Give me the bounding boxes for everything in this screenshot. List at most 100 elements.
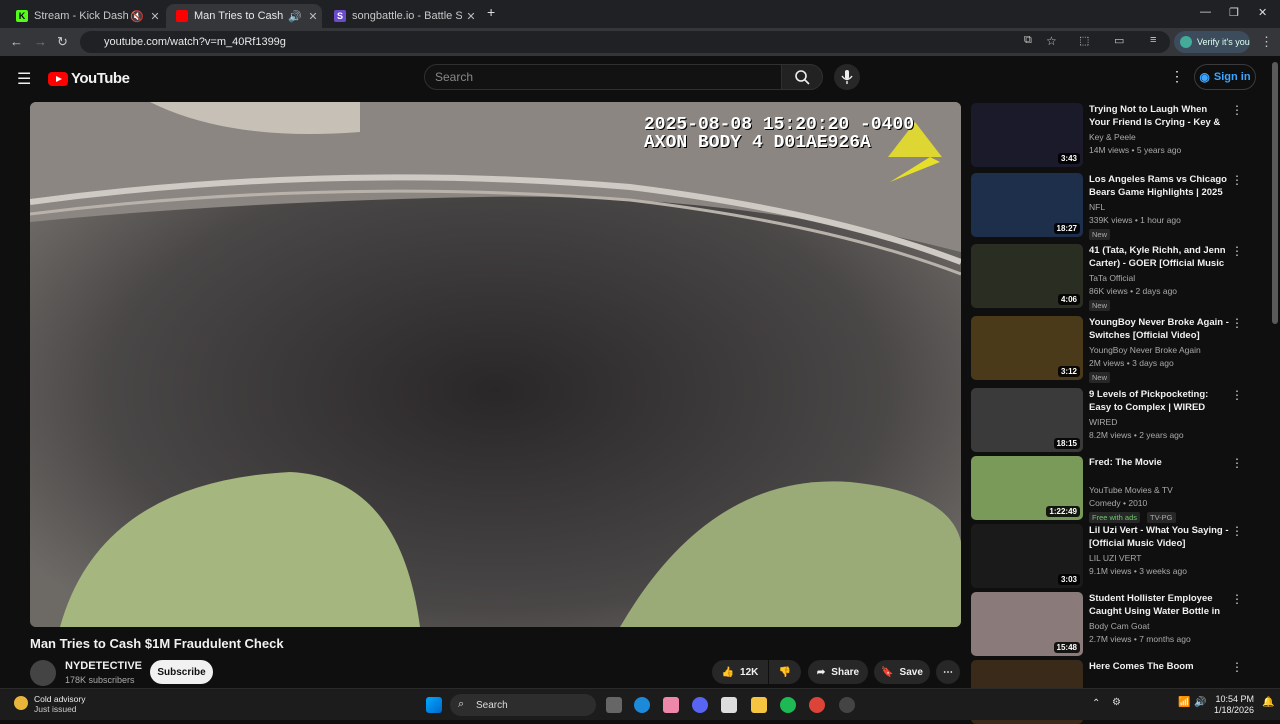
- reload-icon[interactable]: ↻: [57, 34, 68, 50]
- like-button[interactable]: 👍 12K: [712, 660, 768, 684]
- wifi-icon[interactable]: 📶: [1178, 697, 1190, 708]
- recommendation-item[interactable]: 15:48 Student Hollister Employee Caught …: [971, 592, 1243, 656]
- recommendation-item[interactable]: 3:12 YoungBoy Never Broke Again - Switch…: [971, 316, 1243, 383]
- rec-title[interactable]: Trying Not to Laugh When Your Friend Is …: [1089, 103, 1229, 129]
- forward-icon[interactable]: →: [34, 34, 47, 49]
- rec-more-icon[interactable]: ⋮: [1231, 173, 1243, 187]
- search-input[interactable]: Search: [424, 64, 782, 90]
- system-clock[interactable]: 10:54 PM 1/18/2026: [1212, 694, 1254, 716]
- spotify-icon[interactable]: [780, 697, 796, 713]
- close-tab-icon[interactable]: ✕: [146, 10, 164, 23]
- extensions-icon[interactable]: ⬚: [1079, 34, 1089, 47]
- rec-thumbnail[interactable]: 1:22:49: [971, 456, 1083, 520]
- verify-profile-button[interactable]: Verify it's you: [1174, 31, 1250, 53]
- browser-menu-icon[interactable]: ⋮: [1260, 34, 1273, 50]
- close-tab-icon[interactable]: ✕: [462, 10, 480, 23]
- rec-more-icon[interactable]: ⋮: [1231, 592, 1243, 606]
- rec-thumbnail[interactable]: 3:12: [971, 316, 1083, 380]
- store-icon[interactable]: [721, 697, 737, 713]
- rec-more-icon[interactable]: ⋮: [1231, 103, 1243, 117]
- task-view-icon[interactable]: [606, 697, 622, 713]
- media-icon[interactable]: ≡: [1150, 34, 1156, 46]
- rec-channel[interactable]: TaTa Official: [1089, 273, 1135, 283]
- recommendation-item[interactable]: 18:27 Los Angeles Rams vs Chicago Bears …: [971, 173, 1243, 240]
- mute-icon[interactable]: 🔇: [128, 10, 146, 23]
- split-view-icon[interactable]: ▭: [1114, 34, 1124, 47]
- rec-thumbnail[interactable]: 15:48: [971, 592, 1083, 656]
- copilot-icon[interactable]: [663, 697, 679, 713]
- rec-more-icon[interactable]: ⋮: [1231, 388, 1243, 402]
- close-tab-icon[interactable]: ✕: [304, 10, 322, 23]
- file-explorer-icon[interactable]: [751, 697, 767, 713]
- rec-more-icon[interactable]: ⋮: [1231, 244, 1243, 258]
- rec-more-icon[interactable]: ⋮: [1231, 456, 1243, 470]
- rec-title[interactable]: Lil Uzi Vert - What You Saying - [Offici…: [1089, 524, 1229, 550]
- rec-more-icon[interactable]: ⋮: [1231, 660, 1243, 674]
- close-window-icon[interactable]: ✕: [1258, 6, 1267, 19]
- search-button[interactable]: [781, 64, 823, 90]
- maximize-icon[interactable]: ❐: [1229, 6, 1239, 19]
- save-button[interactable]: 🔖 Save: [874, 660, 930, 684]
- address-bar[interactable]: youtube.com/watch?v=m_40Rf1399g: [80, 31, 1170, 53]
- back-icon[interactable]: ←: [10, 34, 23, 49]
- rec-channel[interactable]: Body Cam Goat: [1089, 621, 1149, 631]
- recommendation-item[interactable]: 4:06 41 (Tata, Kyle Richh, and Jenn Cart…: [971, 244, 1243, 311]
- chrome-icon[interactable]: [809, 697, 825, 713]
- rec-title[interactable]: Los Angeles Rams vs Chicago Bears Game H…: [1089, 173, 1229, 199]
- page-scrollbar[interactable]: [1272, 62, 1278, 324]
- rec-channel[interactable]: Key & Peele: [1089, 132, 1136, 142]
- rec-thumbnail[interactable]: 3:43: [971, 103, 1083, 167]
- rec-title[interactable]: Student Hollister Employee Caught Using …: [1089, 592, 1229, 618]
- obs-icon[interactable]: [839, 697, 855, 713]
- rec-more-icon[interactable]: ⋮: [1231, 524, 1243, 538]
- recommendation-item[interactable]: 18:15 9 Levels of Pickpocketing: Easy to…: [971, 388, 1243, 452]
- youtube-logo[interactable]: YouTube: [48, 70, 130, 87]
- rec-channel[interactable]: LIL UZI VERT: [1089, 553, 1141, 563]
- tray-app-icon[interactable]: ⚙: [1112, 697, 1121, 708]
- recommendation-item[interactable]: 3:43 Trying Not to Laugh When Your Frien…: [971, 103, 1243, 167]
- video-player[interactable]: 2025-08-08 15:20:20 -0400 AXON BODY 4 D0…: [30, 102, 961, 627]
- rec-channel[interactable]: NFL: [1089, 202, 1105, 212]
- weather-widget[interactable]: Cold advisory Just issued: [14, 694, 86, 714]
- minimize-icon[interactable]: —: [1200, 6, 1211, 18]
- settings-menu-icon[interactable]: ⋮: [1170, 68, 1184, 85]
- notification-icon[interactable]: 🔔: [1262, 697, 1274, 708]
- recommendation-item[interactable]: 3:03 Lil Uzi Vert - What You Saying - [O…: [971, 524, 1243, 588]
- rec-title[interactable]: YoungBoy Never Broke Again - Switches [O…: [1089, 316, 1229, 342]
- voice-search-button[interactable]: [834, 64, 860, 90]
- more-actions-button[interactable]: ⋯: [936, 660, 960, 684]
- taskbar-search[interactable]: ⌕ Search: [450, 694, 596, 716]
- tab-kick-dashboard[interactable]: K Stream - Kick Dashboard 🔇 ✕: [6, 4, 164, 28]
- dislike-button[interactable]: 👎: [769, 660, 801, 684]
- share-button[interactable]: ➦ Share: [808, 660, 868, 684]
- rec-title[interactable]: 9 Levels of Pickpocketing: Easy to Compl…: [1089, 388, 1229, 414]
- rec-thumbnail[interactable]: 3:03: [971, 524, 1083, 588]
- cast-icon[interactable]: ⧉: [1024, 34, 1032, 47]
- recommendation-item[interactable]: 1:22:49 Fred: The Movie YouTube Movies &…: [971, 456, 1243, 523]
- sign-in-button[interactable]: ◉ Sign in: [1194, 64, 1256, 90]
- rec-thumbnail[interactable]: 4:06: [971, 244, 1083, 308]
- channel-name[interactable]: NYDETECTIVE: [65, 660, 142, 672]
- bookmark-star-icon[interactable]: ☆: [1046, 34, 1057, 48]
- hamburger-menu-icon[interactable]: ☰: [17, 69, 31, 89]
- tab-songbattle[interactable]: S songbattle.io - Battle Songs ag ✕: [324, 4, 480, 28]
- show-hidden-icons[interactable]: ⌃: [1092, 698, 1100, 709]
- rec-thumbnail[interactable]: 18:27: [971, 173, 1083, 237]
- volume-icon[interactable]: 🔊: [1194, 697, 1206, 708]
- discord-icon[interactable]: [692, 697, 708, 713]
- subscribe-button[interactable]: Subscribe: [150, 660, 213, 684]
- audio-icon[interactable]: 🔊: [286, 10, 304, 23]
- rec-more-icon[interactable]: ⋮: [1231, 316, 1243, 330]
- edge-icon[interactable]: [634, 697, 650, 713]
- rec-channel[interactable]: WIRED: [1089, 417, 1117, 427]
- windows-start-icon[interactable]: [426, 697, 442, 713]
- channel-avatar[interactable]: [30, 660, 56, 686]
- rec-thumbnail[interactable]: 18:15: [971, 388, 1083, 452]
- tab-youtube-video[interactable]: Man Tries to Cash $1M Frau 🔊 ✕: [166, 4, 322, 28]
- rec-channel[interactable]: YouTube Movies & TV: [1089, 485, 1173, 495]
- rec-title[interactable]: 41 (Tata, Kyle Richh, and Jenn Carter) -…: [1089, 244, 1229, 270]
- new-tab-icon[interactable]: +: [487, 4, 495, 20]
- rec-title[interactable]: Here Comes The Boom: [1089, 660, 1229, 673]
- rec-title[interactable]: Fred: The Movie: [1089, 456, 1229, 469]
- rec-channel[interactable]: YoungBoy Never Broke Again: [1089, 345, 1201, 355]
